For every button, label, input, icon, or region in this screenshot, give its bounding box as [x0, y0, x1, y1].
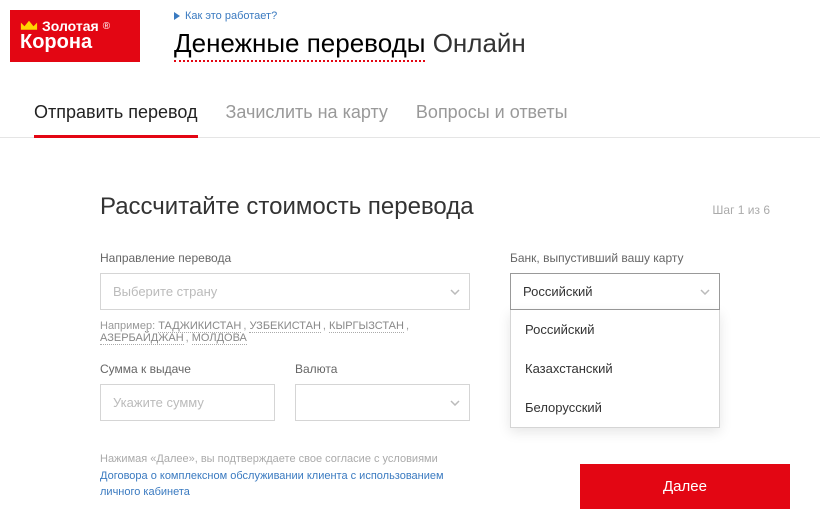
tab-faq[interactable]: Вопросы и ответы [416, 102, 568, 137]
agreement-link[interactable]: Договора о комплексном обслуживании клие… [100, 470, 444, 499]
brand-logo[interactable]: Золотая® Корона [10, 10, 140, 62]
step-indicator: Шаг 1 из 6 [712, 203, 770, 217]
bank-dropdown: РоссийскийКазахстанскийБелорусский [510, 310, 720, 428]
example-country-link[interactable]: УЗБЕКИСТАН [249, 320, 320, 333]
next-button[interactable]: Далее [580, 464, 790, 509]
disclaimer-text: Нажимая «Далее», вы подтверждаете свое с… [100, 451, 470, 501]
example-country-link[interactable]: АЗЕРБАЙДЖАН [100, 332, 184, 345]
currency-select[interactable] [295, 384, 470, 421]
amount-input[interactable] [100, 384, 275, 421]
bank-label: Банк, выпустивший вашу карту [510, 251, 720, 265]
examples-row: Например: ТАДЖИКИСТАН, УЗБЕКИСТАН, КЫРГЫ… [100, 320, 470, 344]
tab-credit[interactable]: Зачислить на карту [226, 102, 388, 137]
page-title-rest: Онлайн [433, 28, 526, 58]
page-title-accent: Денежные переводы [174, 28, 425, 62]
page-title: Денежные переводы Онлайн [174, 28, 526, 59]
how-it-works-label: Как это работает? [185, 10, 277, 22]
tab-send[interactable]: Отправить перевод [34, 102, 198, 138]
examples-prefix: Например: [100, 320, 158, 332]
amount-label: Сумма к выдаче [100, 362, 275, 376]
bank-option[interactable]: Российский [511, 310, 719, 349]
logo-reg: ® [103, 21, 110, 32]
bank-option[interactable]: Казахстанский [511, 349, 719, 388]
how-it-works-link[interactable]: Как это работает? [174, 10, 526, 22]
main-tabs: Отправить перевод Зачислить на карту Воп… [0, 62, 820, 138]
country-select[interactable]: Выберите страну [100, 273, 470, 310]
bank-select[interactable]: Российский [510, 273, 720, 310]
example-country-link[interactable]: МОЛДОВА [192, 332, 247, 345]
example-country-link[interactable]: КЫРГЫЗСТАН [329, 320, 404, 333]
play-icon [174, 12, 180, 20]
direction-label: Направление перевода [100, 251, 470, 265]
form-heading: Рассчитайте стоимость перевода [100, 193, 474, 221]
currency-label: Валюта [295, 362, 470, 376]
logo-line2: Корона [20, 32, 130, 52]
bank-option[interactable]: Белорусский [511, 388, 719, 427]
